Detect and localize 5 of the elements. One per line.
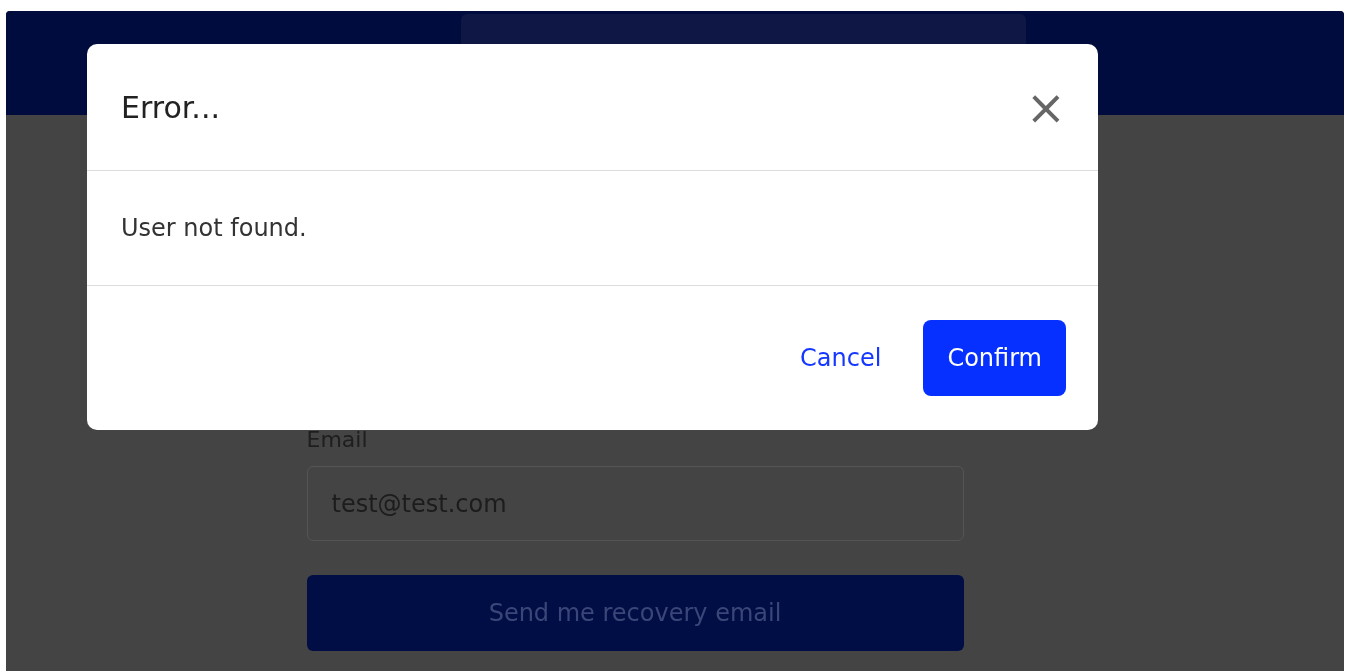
- error-message: User not found.: [121, 214, 307, 242]
- close-button[interactable]: ×: [1021, 83, 1070, 131]
- confirm-button[interactable]: Confirm: [923, 320, 1066, 396]
- cancel-link[interactable]: Cancel: [786, 320, 896, 396]
- dialog-title: Error...: [121, 89, 220, 125]
